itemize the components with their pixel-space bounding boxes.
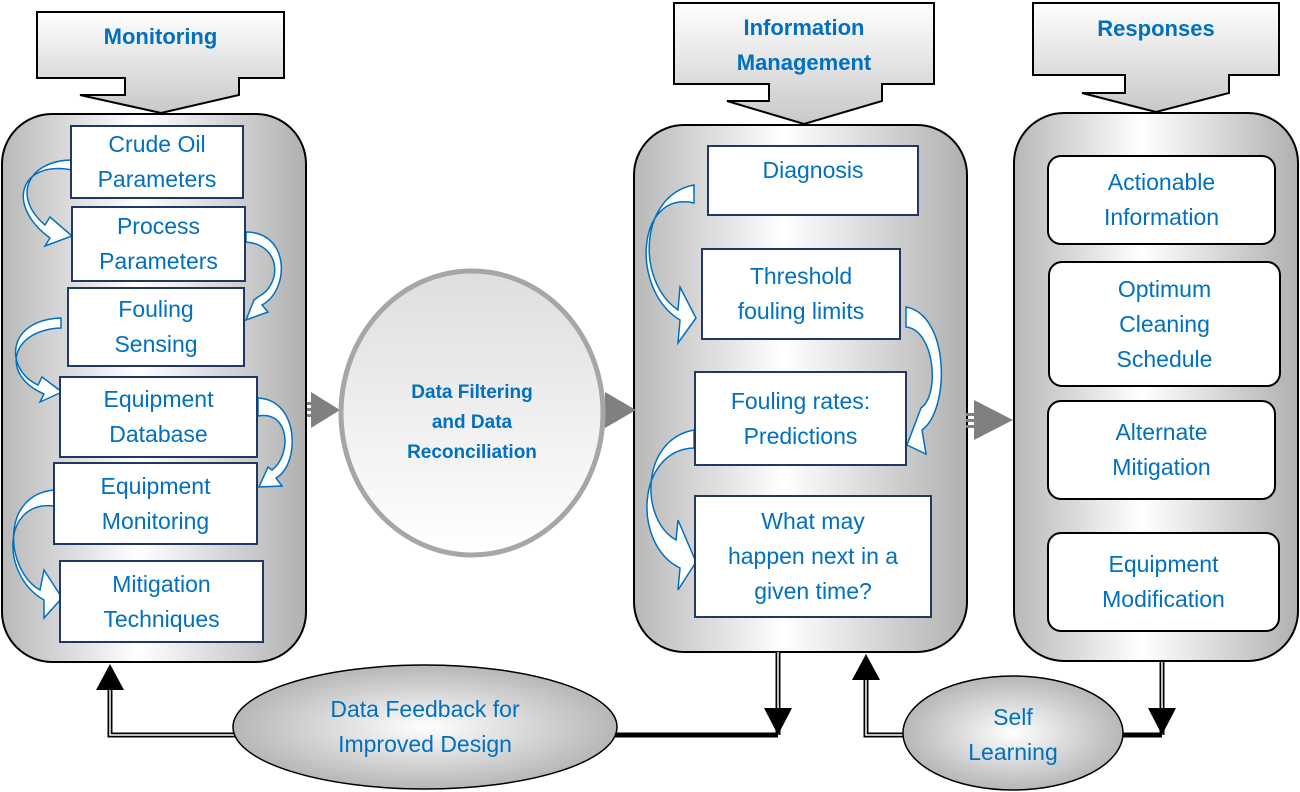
monitoring-item-fouling-sensing: Fouling Sensing — [67, 287, 245, 367]
info-item-what-may-happen-next: What may happen next in a given time? — [694, 495, 932, 618]
information-management-header: Information Management — [736, 15, 872, 75]
connector-monitoring-to-filter — [307, 392, 340, 428]
connector-info-to-responses — [966, 400, 1013, 440]
monitoring-item-equipment-monitoring: Equipment Monitoring — [53, 462, 258, 545]
response-item-optimum-cleaning-schedule: Optimum Cleaning Schedule — [1048, 261, 1281, 387]
monitoring-item-equipment-database: Equipment Database — [59, 376, 258, 458]
response-item-actionable-information: Actionable Information — [1047, 155, 1276, 245]
data-filtering-label: Data Filtering and Data Reconciliation — [407, 382, 537, 463]
connector-filter-to-info — [605, 392, 636, 428]
info-item-fouling-rates-predictions: Fouling rates: Predictions — [694, 371, 907, 466]
info-item-threshold-fouling-limits: Threshold fouling limits — [701, 248, 901, 340]
monitoring-item-mitigation-techniques: Mitigation Techniques — [59, 560, 264, 643]
self-learning-label: Self Learning — [968, 704, 1058, 765]
monitoring-header: Monitoring — [103, 23, 218, 49]
responses-header: Responses — [1097, 15, 1215, 41]
monitoring-item-crude-oil-parameters: Crude Oil Parameters — [70, 125, 244, 199]
monitoring-item-process-parameters: Process Parameters — [71, 206, 246, 282]
design-feedback-label: Data Feedback for Improved Design — [330, 696, 520, 757]
info-item-diagnosis: Diagnosis — [707, 145, 919, 216]
response-item-equipment-modification: Equipment Modification — [1047, 532, 1280, 632]
response-item-alternate-mitigation: Alternate Mitigation — [1047, 400, 1276, 500]
